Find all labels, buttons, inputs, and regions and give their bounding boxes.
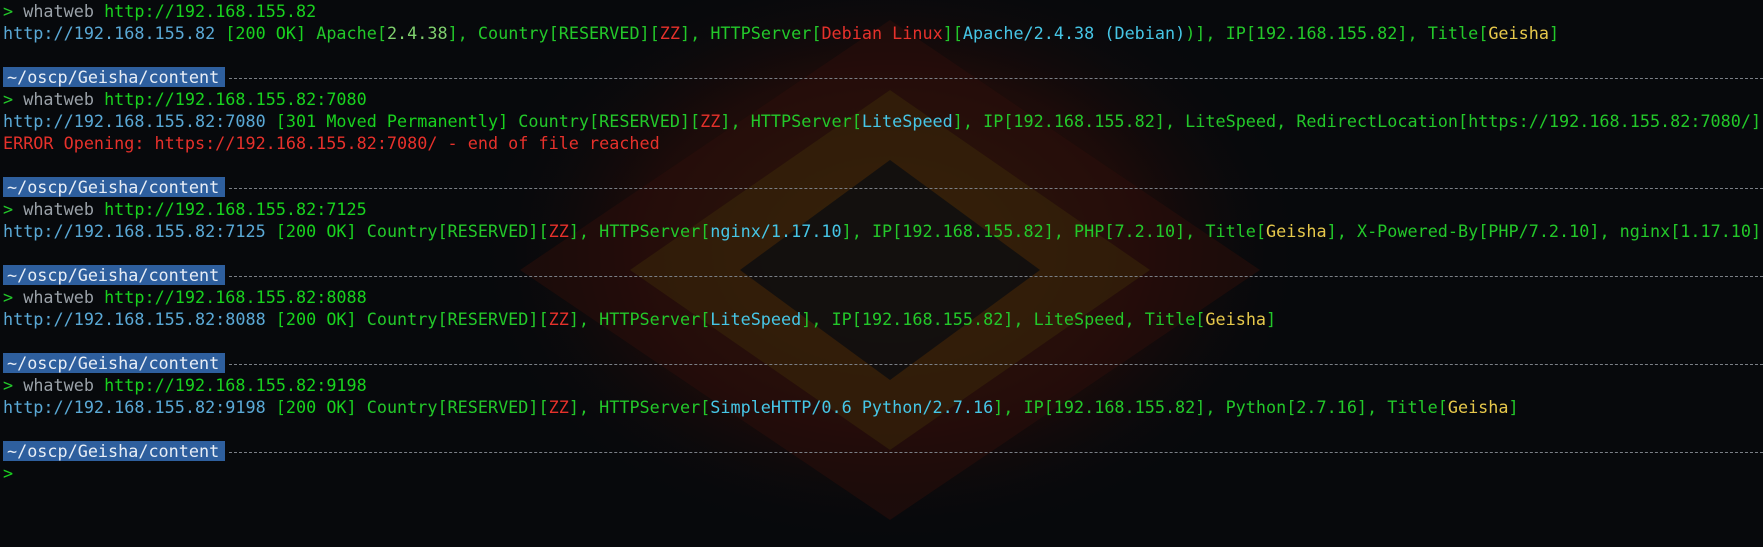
prompt-path: ~/oscp/Geisha/content — [3, 67, 226, 87]
output-line: http://192.168.155.82:9198 [200 OK] Coun… — [3, 397, 1519, 417]
command-line: > whatweb http://192.168.155.82:7080 — [3, 89, 367, 109]
error-line: ERROR Opening: https://192.168.155.82:70… — [3, 133, 660, 153]
shell-prompt: ~/oscp/Geisha/content — [3, 176, 1763, 198]
command-line: > whatweb http://192.168.155.82:8088 — [3, 287, 367, 307]
prompt-divider — [229, 451, 1763, 453]
prompt-divider — [229, 77, 1763, 79]
prompt-path: ~/oscp/Geisha/content — [3, 353, 226, 373]
prompt-divider — [229, 363, 1763, 365]
output-line: http://192.168.155.82 [200 OK] Apache[2.… — [3, 23, 1560, 43]
prompt-path: ~/oscp/Geisha/content — [3, 177, 226, 197]
prompt-divider — [229, 275, 1763, 277]
shell-prompt: ~/oscp/Geisha/content — [3, 352, 1763, 374]
output-line: http://192.168.155.82:7125 [200 OK] Coun… — [3, 221, 1762, 241]
shell-prompt: ~/oscp/Geisha/content — [3, 440, 1763, 462]
prompt-divider — [229, 187, 1763, 189]
command-line: > whatweb http://192.168.155.82:9198 — [3, 375, 367, 395]
shell-prompt: ~/oscp/Geisha/content — [3, 66, 1763, 88]
output-line: http://192.168.155.82:7080 [301 Moved Pe… — [3, 111, 1762, 131]
command-line: > whatweb http://192.168.155.82 — [3, 1, 317, 21]
shell-prompt: ~/oscp/Geisha/content — [3, 264, 1763, 286]
command-line: > whatweb http://192.168.155.82:7125 — [3, 199, 367, 219]
terminal-output[interactable]: > whatweb http://192.168.155.82 http://1… — [3, 0, 1763, 484]
prompt-path: ~/oscp/Geisha/content — [3, 441, 226, 461]
prompt-caret: > — [3, 463, 14, 483]
command-input[interactable]: > — [3, 462, 1763, 484]
prompt-path: ~/oscp/Geisha/content — [3, 265, 226, 285]
output-line: http://192.168.155.82:8088 [200 OK] Coun… — [3, 309, 1277, 329]
